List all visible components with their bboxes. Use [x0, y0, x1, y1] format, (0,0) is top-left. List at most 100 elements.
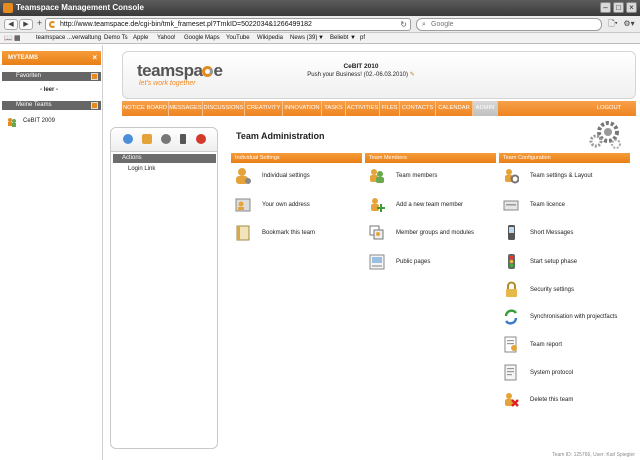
licence-icon: [503, 200, 519, 211]
lock-icon: [506, 281, 517, 297]
bookmark-item[interactable]: teamspace ...verwaltung: [36, 33, 101, 44]
menu-discussions[interactable]: DISCUSSIONS: [203, 101, 245, 116]
user-settings-icon: [236, 168, 251, 184]
menu-creativity[interactable]: CREATIVITY: [245, 101, 283, 116]
collapse-icon[interactable]: [91, 73, 98, 80]
bookmark-item[interactable]: YouTube: [226, 33, 250, 44]
bookmark-folder[interactable]: Beliebt: [330, 33, 348, 44]
help-icon[interactable]: [196, 134, 206, 144]
edit-icon[interactable]: ✎: [410, 72, 415, 78]
bookmark-item[interactable]: Google Maps: [184, 33, 220, 44]
bookmark-item[interactable]: Demo Ts: [104, 33, 128, 44]
report-icon: [504, 336, 517, 353]
item-label: Bookmark this team: [262, 230, 316, 236]
menu-contacts[interactable]: CONTACTS: [400, 101, 436, 116]
close-window-button[interactable]: ×: [626, 2, 637, 13]
bookmark-item[interactable]: Yahoo!: [157, 33, 176, 44]
show-bookmarks-icon[interactable]: 📖: [4, 33, 13, 44]
back-button[interactable]: ◀: [4, 19, 18, 30]
event-tagline: Push your Business! (02.-06.03.2010): [307, 72, 409, 78]
search-input[interactable]: [431, 20, 591, 29]
item-label: Delete this team: [530, 397, 574, 403]
bookmarks-bar: 📖 ▦ teamspace ...verwaltung Demo Ts Appl…: [0, 33, 640, 44]
members-icon: [370, 169, 384, 183]
bookmark-icon: [236, 225, 250, 241]
address-card-icon: [235, 198, 251, 212]
login-link[interactable]: Login Link: [128, 166, 155, 172]
page-title: Team Administration: [236, 131, 325, 141]
bookmark-item[interactable]: pf: [360, 33, 365, 44]
chevron-down-icon: ▼: [318, 35, 324, 41]
item-label: Add a new team member: [396, 202, 464, 208]
menu-calendar[interactable]: CALENDAR: [436, 101, 473, 116]
search-icon[interactable]: [161, 134, 171, 144]
browser-toolbar: ◀ ▶ + http://www.teamspace.de/cgi-bin/tm…: [0, 16, 640, 33]
search-engine-icon: ⌕: [422, 21, 426, 28]
favorites-header[interactable]: Favoriten: [2, 72, 101, 81]
page-menu-icon[interactable]: 🗋▾: [606, 19, 620, 30]
search-box[interactable]: ⌕: [416, 18, 602, 31]
add-user-icon: [371, 198, 385, 212]
public-pages-icon: [369, 254, 385, 270]
item-label: Security settings: [530, 287, 575, 293]
close-icon[interactable]: ×: [92, 51, 97, 65]
item-label: Team settings & Layout: [530, 173, 593, 179]
bookmark-item[interactable]: Apple: [133, 33, 148, 44]
mobile-icon[interactable]: [180, 134, 186, 144]
main-content: teamspa e let's work together CeBIT 2010 …: [104, 45, 640, 460]
myteams-sidebar: MYTEAMS × Favoriten - leer - Meine Teams…: [0, 45, 103, 460]
app-icon: [3, 3, 13, 13]
chat-icon[interactable]: [123, 134, 133, 144]
favorites-empty: - leer -: [40, 87, 59, 93]
settings-gear-icon[interactable]: ⚙▾: [622, 19, 636, 30]
myteams-section-header[interactable]: Meine Teams: [2, 101, 101, 110]
address-bar[interactable]: http://www.teamspace.de/cgi-bin/tmk_fram…: [45, 18, 411, 31]
logo-text-end: e: [213, 61, 223, 80]
individual-settings-header: Individual Settings: [231, 153, 362, 163]
forward-button[interactable]: ▶: [19, 19, 33, 30]
item-label: Team licence: [530, 202, 566, 208]
favorites-label: Favoriten: [16, 73, 42, 79]
item-label: Team report: [530, 342, 563, 348]
team-members-header: Team Members: [365, 153, 496, 163]
menu-logout[interactable]: LOGOUT: [594, 101, 624, 116]
item-label: Start setup phase: [530, 259, 578, 265]
item-label: Short Messages: [530, 230, 574, 236]
item-label: Member groups and modules: [396, 230, 475, 236]
bookmark-item[interactable]: Wikipedia: [257, 33, 283, 44]
team-link[interactable]: CeBIT 2009: [23, 118, 55, 124]
add-tab-button[interactable]: +: [35, 19, 44, 30]
actions-header: Actions: [113, 154, 216, 163]
event-name: CeBIT 2010: [343, 63, 379, 70]
tool-icon-row: [111, 128, 217, 152]
bookmark-folder[interactable]: News (39): [290, 33, 317, 44]
user-icon[interactable]: [142, 134, 152, 144]
item-label: Synchronisation with projectfacts: [530, 314, 618, 320]
top-sites-icon[interactable]: ▦: [14, 33, 21, 44]
logo-ring-icon: [202, 66, 214, 77]
menu-innovation[interactable]: INNOVATION: [283, 101, 322, 116]
maximize-button[interactable]: □: [613, 2, 624, 13]
event-info: CeBIT 2010 Push your Business! (02.-06.0…: [281, 62, 441, 79]
menu-tasks[interactable]: TASKS: [322, 101, 346, 116]
menu-files[interactable]: FILES: [380, 101, 400, 116]
url-text: http://www.teamspace.de/cgi-bin/tmk_fram…: [60, 21, 312, 28]
minimize-button[interactable]: –: [600, 2, 611, 13]
menu-messages[interactable]: MESSAGES: [169, 101, 203, 116]
myteams-header: MYTEAMS ×: [2, 51, 101, 65]
menu-notice-board[interactable]: NOTICE BOARD: [122, 101, 169, 116]
menu-activities[interactable]: ACTIVITIES: [346, 101, 380, 116]
delete-team-icon: [505, 393, 519, 407]
team-icon: [8, 118, 16, 127]
groups-modules-icon: [369, 225, 384, 240]
main-menu: NOTICE BOARD MESSAGES DISCUSSIONS CREATI…: [122, 101, 636, 116]
footer-info: Team ID: 125766, User: Karl Spiegler: [552, 452, 635, 458]
menu-admin[interactable]: ADMIN: [473, 101, 498, 116]
logo-text: teamspa: [137, 61, 203, 80]
team-configuration-header: Team Configuration: [499, 153, 630, 163]
collapse-icon[interactable]: [91, 102, 98, 109]
item-label: Public pages: [396, 259, 431, 265]
chevron-down-icon: ▼: [350, 35, 356, 41]
reload-icon[interactable]: ↻: [400, 19, 407, 30]
protocol-icon: [504, 364, 517, 381]
